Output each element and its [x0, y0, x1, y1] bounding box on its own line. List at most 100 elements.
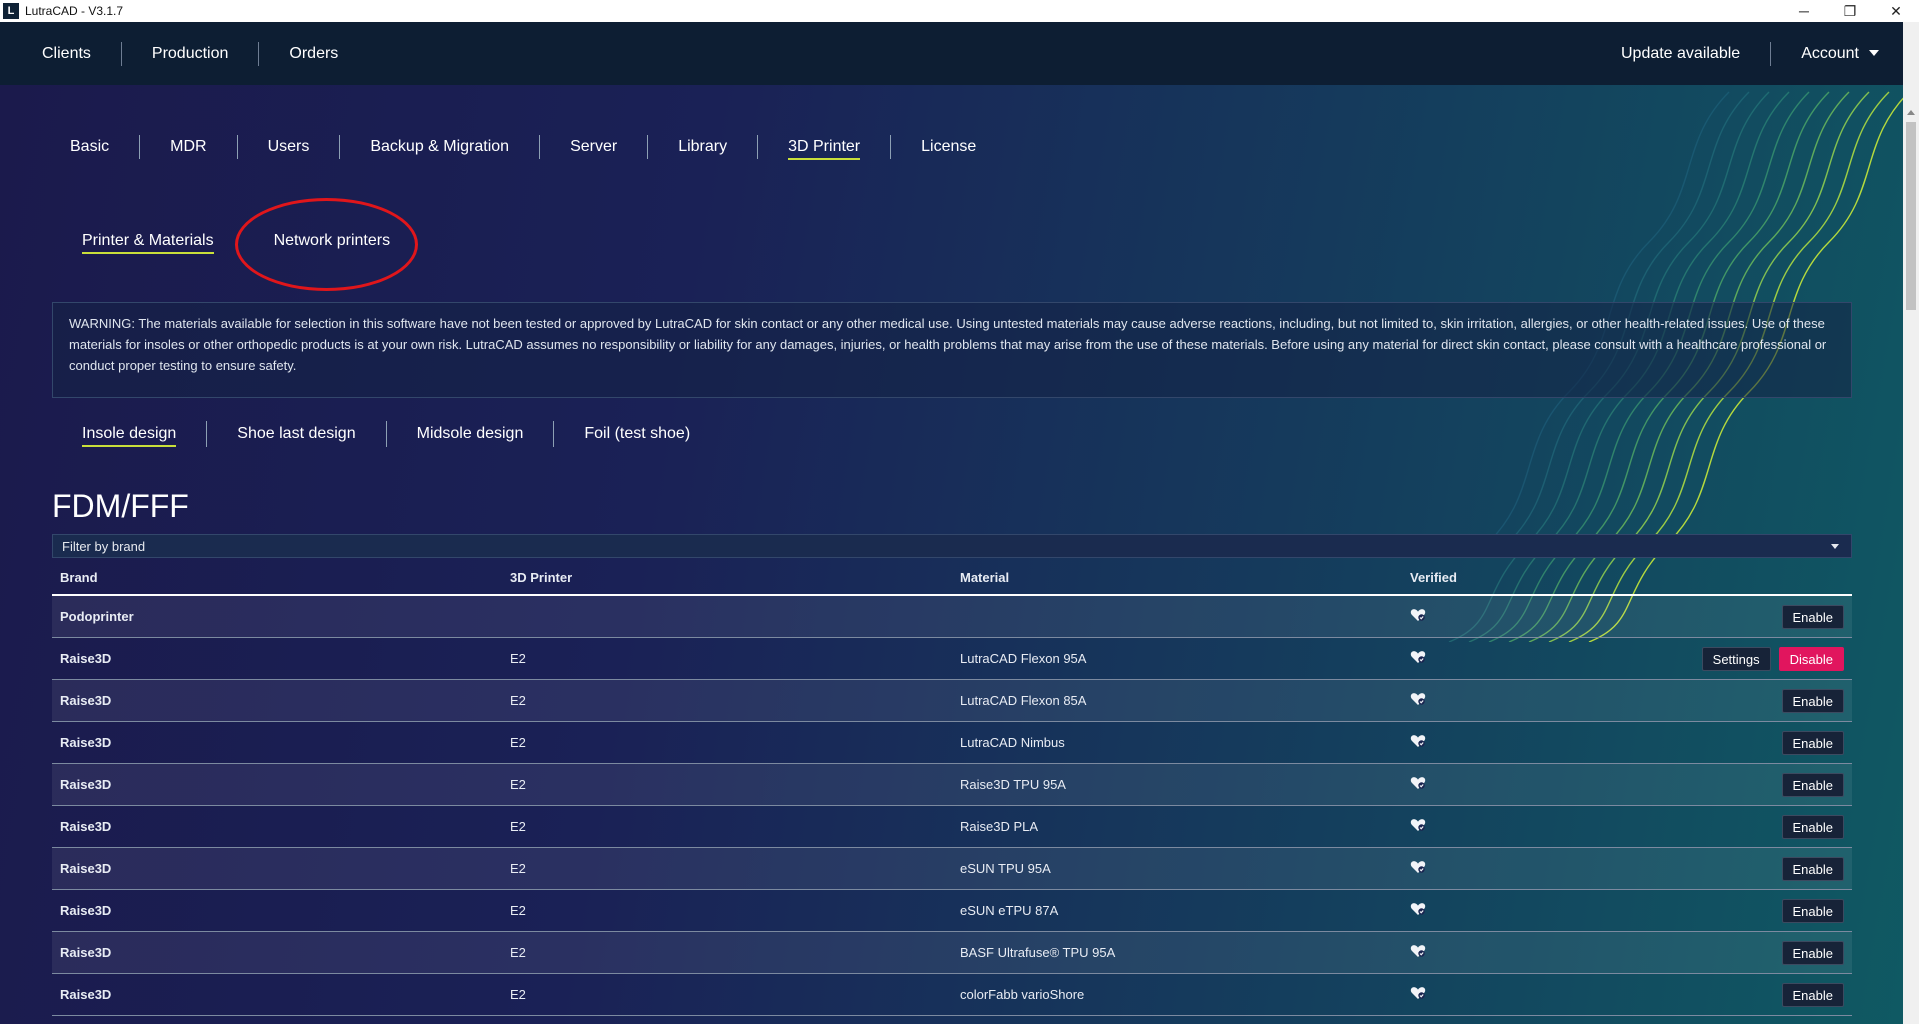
table-header: Brand 3D Printer Material Verified: [52, 560, 1852, 596]
app-logo-icon: L: [3, 3, 19, 19]
materials-table: Brand 3D Printer Material Verified Podop…: [52, 560, 1852, 1016]
row-actions: Enable: [1781, 764, 1844, 806]
tab-midsole-design[interactable]: Midsole design: [387, 425, 554, 443]
enable-button[interactable]: Enable: [1781, 815, 1844, 839]
chevron-down-icon: [1831, 544, 1839, 549]
cell-verified: [1402, 734, 1602, 751]
cell-printer: E2: [510, 735, 526, 750]
tab-3d-printer[interactable]: 3D Printer: [758, 138, 890, 160]
nav-clients[interactable]: Clients: [0, 45, 121, 63]
cell-verified: [1402, 650, 1602, 667]
cell-material: LutraCAD Nimbus: [960, 735, 1065, 750]
cell-verified: [1402, 944, 1602, 961]
cell-verified: [1402, 818, 1602, 835]
row-actions: Enable: [1781, 680, 1844, 722]
header-verified: Verified: [1410, 569, 1457, 585]
tab-mdr[interactable]: MDR: [140, 138, 236, 156]
material-warning: WARNING: The materials available for sel…: [52, 302, 1852, 398]
cell-verified: [1402, 776, 1602, 793]
settings-tabs: Basic MDR Users Backup & Migration Serve…: [40, 135, 1006, 160]
verified-heart-icon: [1410, 608, 1426, 622]
minimize-button[interactable]: ─: [1781, 0, 1827, 22]
row-actions: Enable: [1781, 932, 1844, 974]
row-actions: Enable: [1781, 848, 1844, 890]
update-available-link[interactable]: Update available: [1591, 45, 1770, 63]
tab-foil-test-shoe[interactable]: Foil (test shoe): [554, 425, 720, 443]
account-label: Account: [1801, 44, 1859, 62]
cell-material: BASF Ultrafuse® TPU 95A: [960, 945, 1116, 960]
cell-verified: [1402, 902, 1602, 919]
scroll-up-icon[interactable]: [1907, 110, 1915, 115]
cell-material: colorFabb varioShore: [960, 987, 1085, 1002]
enable-button[interactable]: Enable: [1781, 899, 1844, 923]
tab-backup-migration[interactable]: Backup & Migration: [340, 138, 539, 156]
section-title: FDM/FFF: [52, 488, 189, 524]
top-navigation-right: Update available Account: [1591, 22, 1919, 85]
disable-button[interactable]: Disable: [1778, 647, 1844, 671]
tab-shoe-last-design[interactable]: Shoe last design: [207, 425, 385, 443]
cell-material: LutraCAD Flexon 95A: [960, 651, 1087, 666]
cell-brand: Raise3D: [60, 651, 112, 666]
enable-button[interactable]: Enable: [1781, 983, 1844, 1007]
header-printer: 3D Printer: [510, 569, 573, 585]
cell-brand: Raise3D: [60, 777, 112, 792]
row-actions: Enable: [1781, 806, 1844, 848]
verified-heart-icon: [1410, 902, 1426, 916]
enable-button[interactable]: Enable: [1781, 731, 1844, 755]
window-title: LutraCAD - V3.1.7: [25, 4, 124, 18]
table-row: Podoprinter Enable: [52, 596, 1852, 638]
cell-verified: [1402, 860, 1602, 877]
account-menu[interactable]: Account: [1771, 45, 1919, 63]
cell-printer: E2: [510, 903, 526, 918]
close-button[interactable]: ✕: [1873, 0, 1919, 22]
verified-heart-icon: [1410, 944, 1426, 958]
enable-button[interactable]: Enable: [1781, 605, 1844, 629]
cell-verified: [1402, 608, 1602, 625]
enable-button[interactable]: Enable: [1781, 773, 1844, 797]
vertical-scrollbar[interactable]: [1903, 22, 1919, 1024]
header-brand: Brand: [60, 569, 98, 585]
nav-production[interactable]: Production: [122, 45, 259, 63]
row-actions: Enable: [1781, 890, 1844, 932]
cell-printer: E2: [510, 987, 526, 1002]
cell-brand: Raise3D: [60, 987, 112, 1002]
tab-printer-materials[interactable]: Printer & Materials: [82, 232, 214, 254]
cell-material: LutraCAD Flexon 85A: [960, 693, 1087, 708]
enable-button[interactable]: Enable: [1781, 941, 1844, 965]
table-row: Raise3D E2 colorFabb varioShore Enable: [52, 974, 1852, 1016]
nav-orders[interactable]: Orders: [259, 45, 368, 63]
table-row: Raise3D E2 Raise3D PLA Enable: [52, 806, 1852, 848]
tab-license[interactable]: License: [891, 138, 1006, 156]
table-row: Raise3D E2 eSUN TPU 95A Enable: [52, 848, 1852, 890]
annotation-circle: [235, 198, 418, 291]
verified-heart-icon: [1410, 860, 1426, 874]
cell-printer: E2: [510, 777, 526, 792]
row-actions: Enable: [1781, 722, 1844, 764]
cell-brand: Raise3D: [60, 819, 112, 834]
verified-heart-icon: [1410, 818, 1426, 832]
row-actions: Enable: [1781, 596, 1844, 638]
brand-filter-select[interactable]: Filter by brand: [52, 534, 1852, 558]
table-row: Raise3D E2 BASF Ultrafuse® TPU 95A Enable: [52, 932, 1852, 974]
cell-verified: [1402, 986, 1602, 1003]
scrollbar-thumb[interactable]: [1906, 122, 1916, 310]
cell-material: eSUN eTPU 87A: [960, 903, 1059, 918]
enable-button[interactable]: Enable: [1781, 689, 1844, 713]
tab-library[interactable]: Library: [648, 138, 757, 156]
tab-users[interactable]: Users: [238, 138, 340, 156]
verified-heart-icon: [1410, 650, 1426, 664]
cell-brand: Podoprinter: [60, 609, 134, 624]
table-row: Raise3D E2 LutraCAD Flexon 85A Enable: [52, 680, 1852, 722]
enable-button[interactable]: Enable: [1781, 857, 1844, 881]
tab-basic[interactable]: Basic: [40, 138, 139, 156]
table-row: Raise3D E2 LutraCAD Flexon 95A Settings Disa…: [52, 638, 1852, 680]
restore-button[interactable]: ❐: [1827, 0, 1873, 22]
cell-brand: Raise3D: [60, 903, 112, 918]
cell-printer: E2: [510, 693, 526, 708]
tab-server[interactable]: Server: [540, 138, 647, 156]
settings-button[interactable]: Settings: [1701, 647, 1771, 671]
top-navigation: Clients Production Orders Update availab…: [0, 22, 1919, 85]
tab-insole-design[interactable]: Insole design: [52, 425, 206, 447]
app-canvas: Clients Production Orders Update availab…: [0, 22, 1919, 1024]
verified-heart-icon: [1410, 692, 1426, 706]
